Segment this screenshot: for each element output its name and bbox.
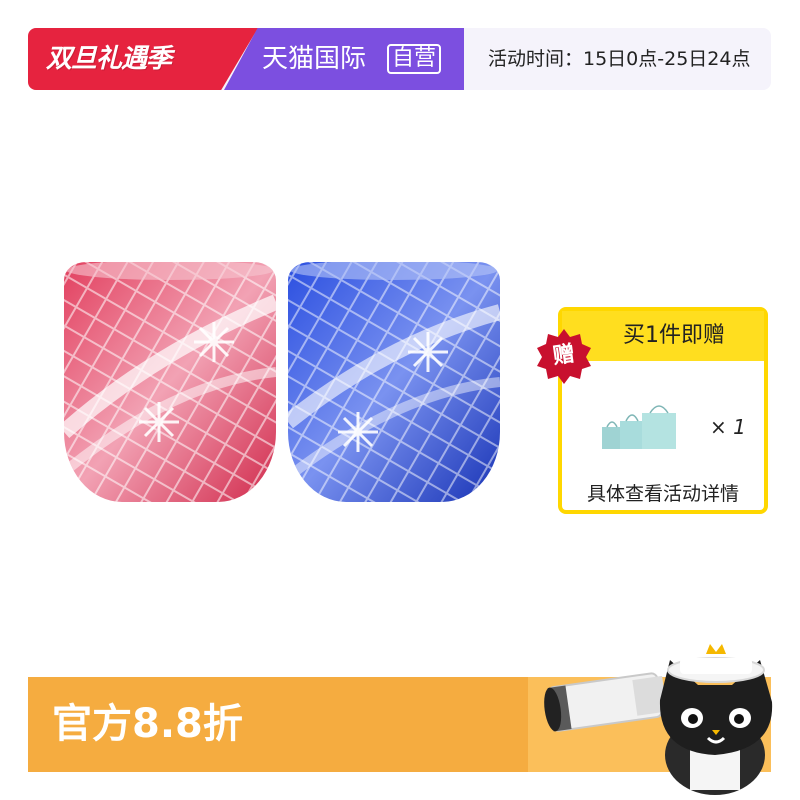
gift-details-note: 具体查看活动详情 <box>586 483 739 505</box>
gift-quantity: × 1 <box>710 415 746 439</box>
gift-seal-badge: 赠 <box>535 327 593 385</box>
gift-title: 买1件即赠 <box>623 323 725 348</box>
event-name: 双旦礼遇季 <box>46 44 172 74</box>
tmall-cat-mascot-icon <box>540 630 785 795</box>
gift-seal-text: 赠 <box>551 341 577 370</box>
promo-banner: 双旦礼遇季 天猫国际 自营 活动时间：15日0点-25日24点 <box>28 28 771 90</box>
gift-bags-image <box>600 403 680 453</box>
discount-label: 官方8.8折 <box>52 701 243 747</box>
blue-cut-glass-cup-image <box>288 262 500 502</box>
red-cut-glass-cup-image <box>64 262 276 502</box>
store-name: 天猫国际 <box>262 44 367 74</box>
self-operated-badge: 自营 <box>387 44 442 74</box>
event-time: 活动时间：15日0点-25日24点 <box>488 48 751 70</box>
